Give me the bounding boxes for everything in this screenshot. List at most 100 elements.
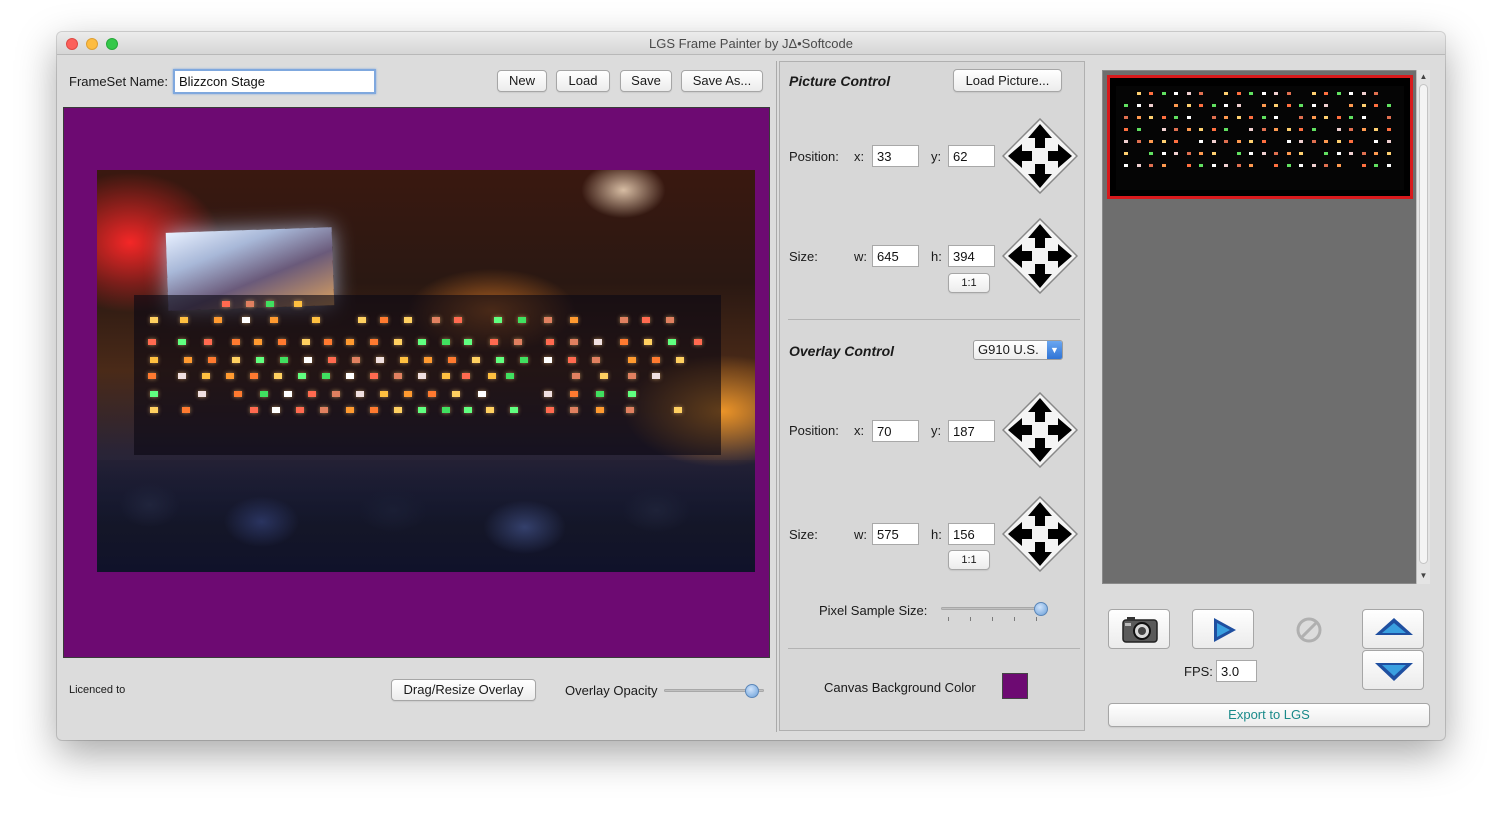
preview-pixel xyxy=(1236,152,1241,155)
overlay-h-input[interactable] xyxy=(948,523,995,545)
frame-thumbnail-selected[interactable] xyxy=(1107,75,1413,199)
preview-pixel xyxy=(1274,128,1278,131)
overlay-key-light xyxy=(370,339,378,345)
preview-pixel xyxy=(1174,152,1178,155)
picture-position-arrows-icon[interactable] xyxy=(1002,118,1078,194)
overlay-key-light xyxy=(400,357,408,363)
overlay-key-light xyxy=(570,339,578,345)
overlay-w-label: w: xyxy=(854,527,867,542)
picture-y-input[interactable] xyxy=(948,145,995,167)
overlay-key-light xyxy=(180,317,188,323)
keyboard-overlay[interactable] xyxy=(134,295,721,455)
preview-pixel xyxy=(1349,128,1353,131)
overlay-key-light xyxy=(442,373,450,379)
pixel-sample-size-slider[interactable] xyxy=(941,607,1041,610)
fps-input[interactable] xyxy=(1216,660,1257,682)
pixel-sample-size-slider-knob[interactable] xyxy=(1034,602,1048,616)
picture-x-label: x: xyxy=(854,149,865,164)
overlay-key-light xyxy=(376,357,384,363)
overlay-key-light xyxy=(394,407,402,413)
preview-pixel xyxy=(1124,128,1128,131)
preview-pixel xyxy=(1149,152,1153,155)
overlay-key-light xyxy=(628,357,636,363)
preview-pixel xyxy=(1124,152,1128,155)
preview-pixel xyxy=(1311,116,1316,119)
preview-pixel xyxy=(1249,128,1253,131)
chevron-down-icon: ▼ xyxy=(1047,341,1062,359)
background-picture[interactable] xyxy=(97,170,755,572)
move-frame-up-button[interactable] xyxy=(1362,609,1424,649)
overlay-key-light xyxy=(628,373,636,379)
move-frame-down-button[interactable] xyxy=(1362,650,1424,690)
overlay-key-light xyxy=(478,391,486,397)
overlay-key-light xyxy=(518,317,526,323)
preview-pixel xyxy=(1274,152,1278,155)
picture-h-input[interactable] xyxy=(948,245,995,267)
stop-button[interactable] xyxy=(1277,609,1339,649)
overlay-key-light xyxy=(418,339,426,345)
preview-pixel xyxy=(1286,92,1291,95)
frames-list[interactable] xyxy=(1102,70,1430,584)
canvas[interactable] xyxy=(63,107,770,658)
scrollbar-thumb[interactable] xyxy=(1419,84,1428,564)
picture-x-input[interactable] xyxy=(872,145,919,167)
picture-one-to-one-button[interactable]: 1:1 xyxy=(948,273,990,293)
preview-pixel xyxy=(1299,164,1303,167)
overlay-key-light xyxy=(250,407,258,413)
preview-pixel xyxy=(1299,104,1303,107)
preview-pixel xyxy=(1261,92,1266,95)
overlay-key-light xyxy=(274,373,282,379)
preview-pixel xyxy=(1386,152,1391,155)
picture-size-arrows-icon[interactable] xyxy=(1002,218,1078,294)
overlay-y-input[interactable] xyxy=(948,420,995,442)
overlay-position-arrows-icon[interactable] xyxy=(1002,392,1078,468)
play-button[interactable] xyxy=(1192,609,1254,649)
save-button[interactable]: Save xyxy=(620,70,672,92)
capture-frame-button[interactable] xyxy=(1108,609,1170,649)
overlay-key-light xyxy=(514,339,522,345)
frame-preview xyxy=(1116,86,1404,190)
overlay-key-light xyxy=(596,391,604,397)
preview-pixel xyxy=(1136,104,1141,107)
overlay-key-light xyxy=(488,373,496,379)
overlay-key-light xyxy=(572,373,580,379)
overlay-key-light xyxy=(628,391,636,397)
canvas-background-color-swatch[interactable] xyxy=(1002,673,1028,699)
overlay-one-to-one-button[interactable]: 1:1 xyxy=(948,550,990,570)
preview-pixel xyxy=(1286,140,1291,143)
preview-pixel xyxy=(1286,152,1291,155)
overlay-key-light xyxy=(428,391,436,397)
load-picture-button[interactable]: Load Picture... xyxy=(953,69,1062,92)
preview-pixel xyxy=(1361,104,1366,107)
keyboard-model-select[interactable]: G910 U.S. ▼ xyxy=(973,340,1063,360)
overlay-key-light xyxy=(260,391,268,397)
frames-list-scrollbar[interactable]: ▲ ▼ xyxy=(1416,70,1430,584)
overlay-key-light xyxy=(148,339,156,345)
overlay-key-light xyxy=(464,339,472,345)
overlay-w-input[interactable] xyxy=(872,523,919,545)
overlay-key-light xyxy=(346,407,354,413)
frameset-name-input[interactable] xyxy=(173,69,376,94)
preview-pixel xyxy=(1274,164,1278,167)
new-button[interactable]: New xyxy=(497,70,547,92)
preview-pixel xyxy=(1324,92,1328,95)
overlay-key-light xyxy=(346,339,354,345)
title-bar[interactable]: LGS Frame Painter by JΔ•Softcode xyxy=(57,32,1445,55)
overlay-opacity-slider-knob[interactable] xyxy=(745,684,759,698)
save-as-button[interactable]: Save As... xyxy=(681,70,763,92)
preview-pixel xyxy=(1361,164,1366,167)
drag-resize-overlay-button[interactable]: Drag/Resize Overlay xyxy=(391,679,536,701)
overlay-x-input[interactable] xyxy=(872,420,919,442)
overlay-key-light xyxy=(202,373,210,379)
overlay-size-arrows-icon[interactable] xyxy=(1002,496,1078,572)
overlay-key-light xyxy=(546,407,554,413)
preview-pixel xyxy=(1274,116,1278,119)
picture-w-input[interactable] xyxy=(872,245,919,267)
export-to-lgs-button[interactable]: Export to LGS xyxy=(1108,703,1430,727)
overlay-key-light xyxy=(232,339,240,345)
scroll-down-icon[interactable]: ▼ xyxy=(1417,569,1430,583)
load-button[interactable]: Load xyxy=(556,70,610,92)
scroll-up-icon[interactable]: ▲ xyxy=(1417,70,1430,84)
preview-pixel xyxy=(1324,116,1328,119)
overlay-key-light xyxy=(250,373,258,379)
